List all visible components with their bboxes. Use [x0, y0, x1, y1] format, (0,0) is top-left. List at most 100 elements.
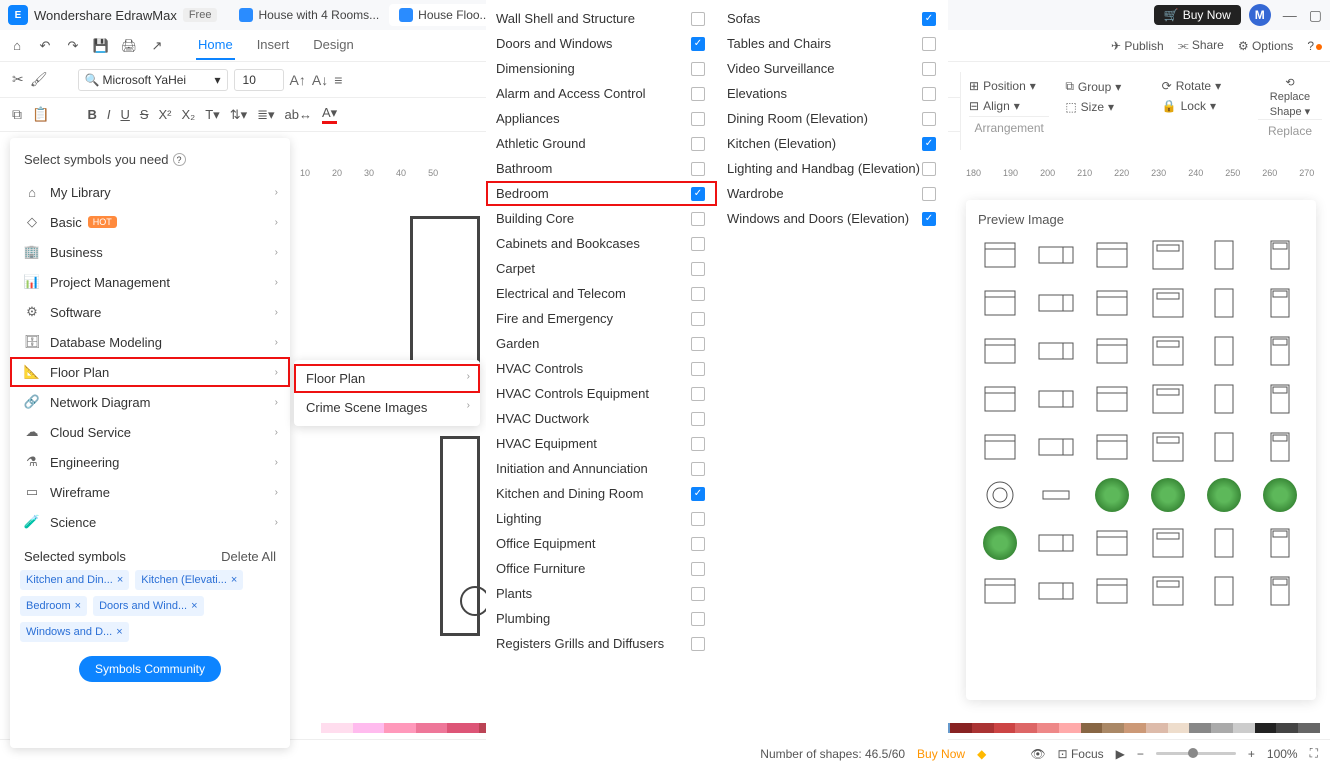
- checkbox-icon[interactable]: [691, 637, 705, 651]
- library-option-hvac-equipment[interactable]: HVAC Equipment: [486, 431, 717, 456]
- symbol-category-network-diagram[interactable]: 🔗Network Diagram›: [10, 387, 290, 417]
- preview-symbol[interactable]: [978, 285, 1022, 321]
- rotate-button[interactable]: ⟳ Rotate▾: [1162, 76, 1242, 96]
- color-swatch[interactable]: [1015, 723, 1037, 733]
- remove-chip-icon[interactable]: ×: [117, 574, 123, 586]
- preview-symbol[interactable]: [978, 237, 1022, 273]
- checkbox-icon[interactable]: [691, 612, 705, 626]
- checkbox-icon[interactable]: [691, 412, 705, 426]
- checkbox-icon[interactable]: [691, 287, 705, 301]
- checkbox-icon[interactable]: [691, 137, 705, 151]
- symbol-category-floor-plan[interactable]: 📐Floor Plan›: [10, 357, 290, 387]
- checkbox-icon[interactable]: [691, 62, 705, 76]
- preview-symbol[interactable]: [1090, 381, 1134, 417]
- library-option-video-surveillance[interactable]: Video Surveillance: [717, 56, 948, 81]
- subscript-button[interactable]: X₂: [182, 107, 196, 122]
- library-option-hvac-ductwork[interactable]: HVAC Ductwork: [486, 406, 717, 431]
- color-swatch[interactable]: [1037, 723, 1059, 733]
- group-button[interactable]: ⧉ Group▾: [1065, 76, 1145, 97]
- symbol-category-basic[interactable]: ◇BasicHOT›: [10, 207, 290, 237]
- selected-chip[interactable]: Kitchen and Din...×: [20, 570, 129, 590]
- size-button[interactable]: ⬚ Size▾: [1065, 97, 1145, 117]
- preview-symbol[interactable]: [1090, 333, 1134, 369]
- preview-symbol[interactable]: [1146, 285, 1190, 321]
- color-swatch[interactable]: [972, 723, 994, 733]
- color-swatch[interactable]: [1189, 723, 1211, 733]
- selected-chip[interactable]: Bedroom×: [20, 596, 87, 616]
- symbol-category-software[interactable]: ⚙Software›: [10, 297, 290, 327]
- color-swatch[interactable]: [1059, 723, 1081, 733]
- line-spacing-button[interactable]: ⇅▾: [230, 107, 247, 123]
- preview-symbol[interactable]: [1090, 285, 1134, 321]
- library-option-garden[interactable]: Garden: [486, 331, 717, 356]
- preview-symbol[interactable]: [978, 429, 1022, 465]
- copy-icon[interactable]: ⧉: [12, 106, 22, 123]
- paste-icon[interactable]: 📋: [32, 106, 49, 123]
- symbol-category-cloud-service[interactable]: ☁Cloud Service›: [10, 417, 290, 447]
- checkbox-icon[interactable]: ✓: [691, 37, 705, 51]
- help-icon[interactable]: ?: [173, 153, 186, 166]
- save-icon[interactable]: 💾: [92, 37, 110, 55]
- checkbox-icon[interactable]: [691, 87, 705, 101]
- tab-design[interactable]: Design: [311, 31, 355, 60]
- preview-symbol[interactable]: [1202, 573, 1246, 609]
- library-option-cabinets-and-bookcases[interactable]: Cabinets and Bookcases: [486, 231, 717, 256]
- selected-chip[interactable]: Kitchen (Elevati...×: [135, 570, 243, 590]
- preview-symbol[interactable]: [1146, 381, 1190, 417]
- library-option-appliances[interactable]: Appliances: [486, 106, 717, 131]
- preview-symbol[interactable]: [1090, 429, 1134, 465]
- preview-symbol[interactable]: [1146, 573, 1190, 609]
- checkbox-icon[interactable]: [691, 312, 705, 326]
- preview-symbol[interactable]: [1146, 333, 1190, 369]
- color-swatch[interactable]: [1146, 723, 1168, 733]
- undo-icon[interactable]: ↶: [36, 37, 54, 55]
- remove-chip-icon[interactable]: ×: [231, 574, 237, 586]
- preview-symbol[interactable]: [1034, 285, 1078, 321]
- preview-symbol[interactable]: [1146, 477, 1190, 513]
- library-option-kitchen-elevation-[interactable]: Kitchen (Elevation)✓: [717, 131, 948, 156]
- eye-icon[interactable]: 👁: [1030, 747, 1045, 761]
- checkbox-icon[interactable]: [691, 12, 705, 26]
- align-left-icon[interactable]: ≡: [334, 72, 342, 88]
- library-option-office-furniture[interactable]: Office Furniture: [486, 556, 717, 581]
- color-swatch[interactable]: [416, 723, 447, 733]
- bold-button[interactable]: B: [87, 107, 96, 122]
- preview-symbol[interactable]: [1258, 429, 1302, 465]
- text-direction-button[interactable]: ab↔: [285, 107, 312, 122]
- preview-symbol[interactable]: [1034, 381, 1078, 417]
- symbols-community-button[interactable]: Symbols Community: [79, 656, 221, 682]
- checkbox-icon[interactable]: ✓: [691, 487, 705, 501]
- library-option-alarm-and-access-control[interactable]: Alarm and Access Control: [486, 81, 717, 106]
- home-icon[interactable]: ⌂: [8, 37, 26, 55]
- checkbox-icon[interactable]: [691, 162, 705, 176]
- library-option-dimensioning[interactable]: Dimensioning: [486, 56, 717, 81]
- minimize-icon[interactable]: —: [1283, 7, 1297, 23]
- lock-button[interactable]: 🔒 Lock▾: [1162, 96, 1242, 116]
- library-option-plants[interactable]: Plants: [486, 581, 717, 606]
- library-option-lighting-and-handbag-elevation-[interactable]: Lighting and Handbag (Elevation): [717, 156, 948, 181]
- color-swatch[interactable]: [950, 723, 972, 733]
- remove-chip-icon[interactable]: ×: [191, 600, 197, 612]
- library-option-kitchen-and-dining-room[interactable]: Kitchen and Dining Room✓: [486, 481, 717, 506]
- library-option-carpet[interactable]: Carpet: [486, 256, 717, 281]
- color-swatch[interactable]: [1124, 723, 1146, 733]
- options-button[interactable]: ⚙ Options: [1238, 39, 1293, 53]
- color-swatch[interactable]: [1255, 723, 1277, 733]
- checkbox-icon[interactable]: [691, 512, 705, 526]
- library-option-building-core[interactable]: Building Core: [486, 206, 717, 231]
- font-color-button[interactable]: A▾: [322, 105, 337, 124]
- color-swatch[interactable]: [1211, 723, 1233, 733]
- checkbox-icon[interactable]: [691, 462, 705, 476]
- preview-symbol[interactable]: [1258, 285, 1302, 321]
- library-option-wall-shell-and-structure[interactable]: Wall Shell and Structure: [486, 6, 717, 31]
- library-option-doors-and-windows[interactable]: Doors and Windows✓: [486, 31, 717, 56]
- symbol-category-business[interactable]: 🏢Business›: [10, 237, 290, 267]
- library-option-elevations[interactable]: Elevations: [717, 81, 948, 106]
- selected-chip[interactable]: Doors and Wind...×: [93, 596, 203, 616]
- share-button[interactable]: ⫘ Share: [1178, 38, 1224, 53]
- checkbox-icon[interactable]: [691, 262, 705, 276]
- library-option-dining-room-elevation-[interactable]: Dining Room (Elevation): [717, 106, 948, 131]
- preview-symbol[interactable]: [978, 525, 1022, 561]
- checkbox-icon[interactable]: ✓: [922, 12, 936, 26]
- preview-symbol[interactable]: [1202, 381, 1246, 417]
